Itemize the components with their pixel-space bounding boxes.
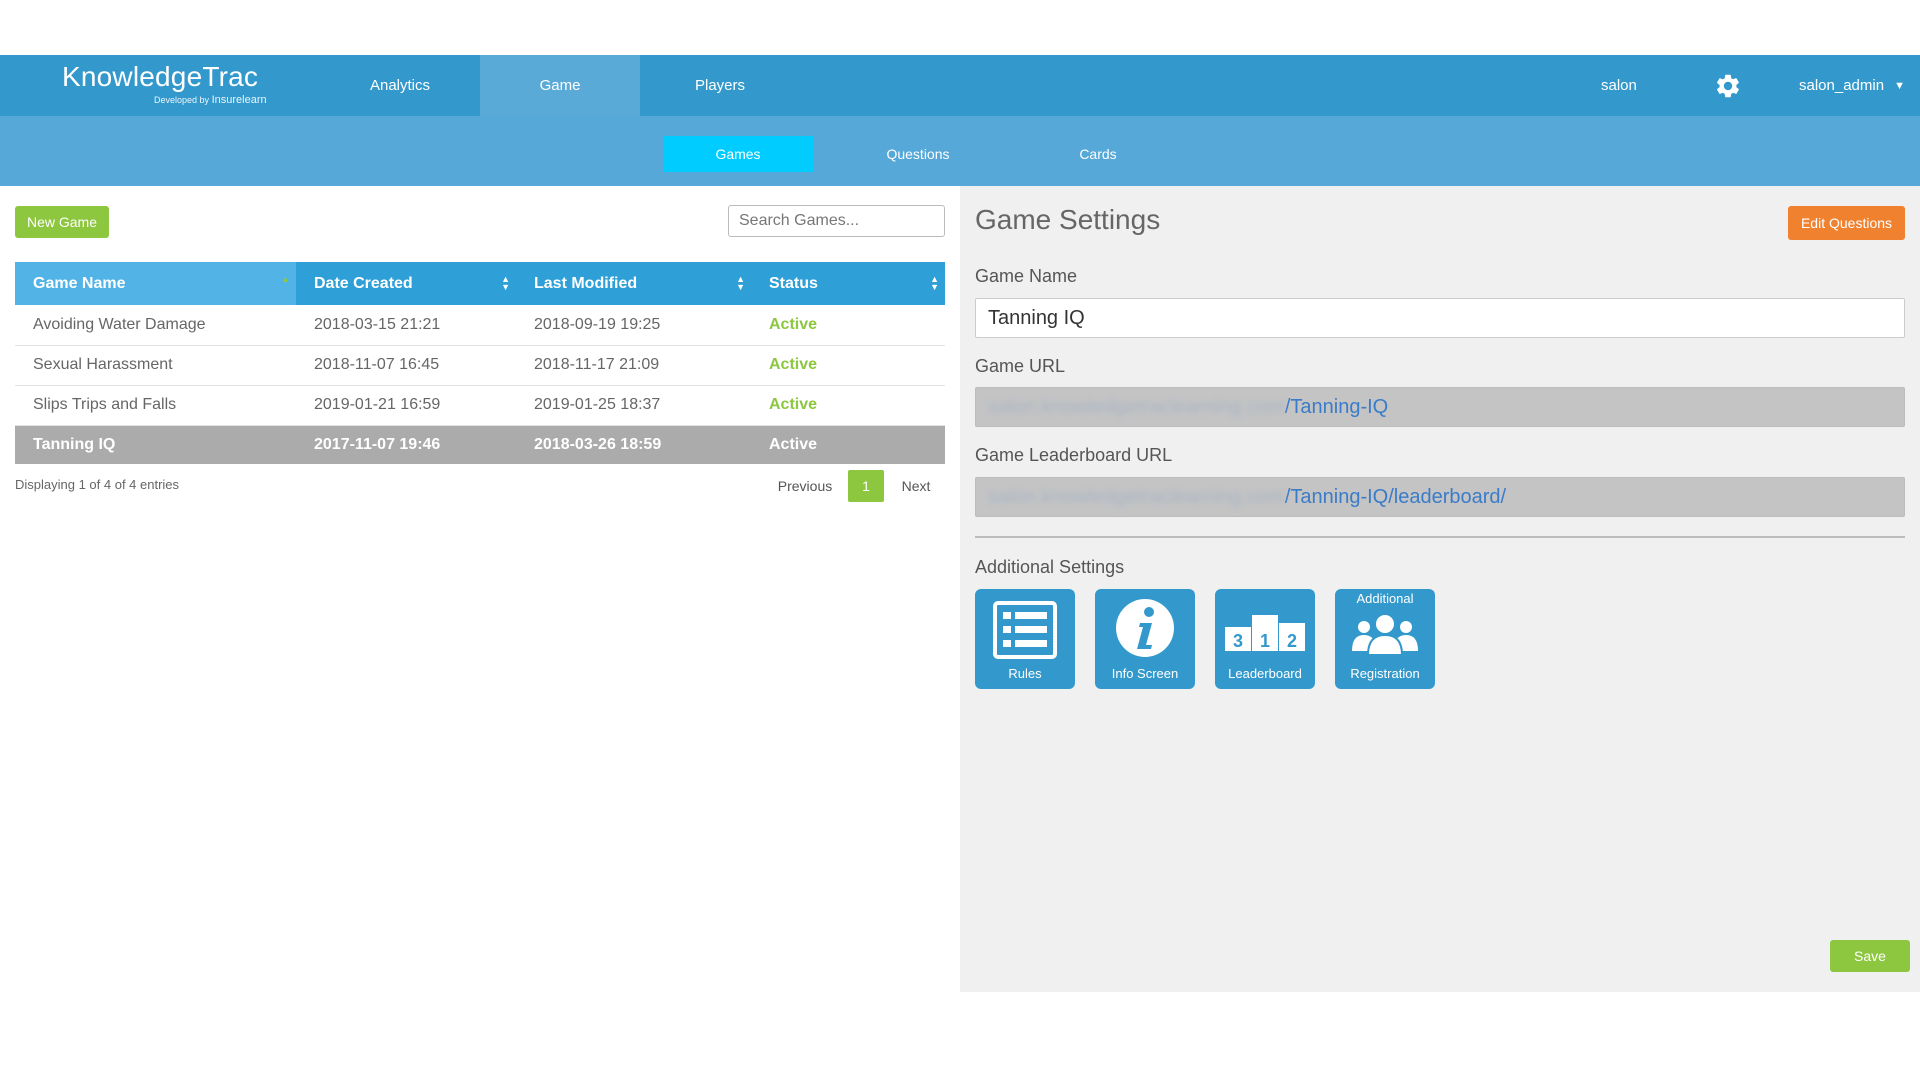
brand-sub-prefix: Developed by bbox=[154, 95, 210, 105]
cell-game-name: Slips Trips and Falls bbox=[15, 385, 296, 426]
podium-icon: 3 1 2 bbox=[1215, 613, 1315, 651]
cell-date-created: 2018-11-07 16:45 bbox=[296, 345, 516, 386]
cell-date-created: 2017-11-07 19:46 bbox=[296, 425, 516, 464]
top-navbar: KnowledgeTrac Developed by Insurelearn A… bbox=[0, 55, 1920, 116]
game-url-label: Game URL bbox=[975, 356, 1066, 376]
group-icon bbox=[1335, 615, 1435, 655]
cell-status: Active bbox=[751, 385, 945, 426]
nav-players[interactable]: Players bbox=[640, 55, 800, 116]
additional-settings-label: Additional Settings bbox=[975, 557, 1125, 577]
brand-subtitle: Developed by Insurelearn bbox=[154, 94, 267, 106]
column-date-created[interactable]: Date Created ▲ ▼ bbox=[296, 262, 516, 305]
cell-date-created: 2018-03-15 21:21 bbox=[296, 305, 516, 346]
save-button[interactable]: Save bbox=[1830, 940, 1910, 972]
table-row[interactable]: Sexual Harassment 2018-11-07 16:45 2018-… bbox=[15, 345, 945, 386]
tile-label: Leaderboard bbox=[1228, 666, 1302, 681]
game-url-field[interactable]: salon.knowledgetraclearning.com /Tanning… bbox=[975, 387, 1905, 427]
column-status[interactable]: Status ▲ ▼ bbox=[751, 262, 945, 305]
username: salon_admin bbox=[1799, 77, 1885, 94]
nav-game[interactable]: Game bbox=[480, 55, 640, 116]
tile-label: Registration bbox=[1350, 666, 1420, 681]
info-icon bbox=[1095, 597, 1195, 659]
sort-asc-icon: ▲ bbox=[281, 274, 290, 284]
podium-first: 1 bbox=[1260, 631, 1270, 651]
cell-last-modified: 2018-03-26 18:59 bbox=[516, 425, 751, 464]
table-row[interactable]: Slips Trips and Falls 2019-01-21 16:59 2… bbox=[15, 385, 945, 426]
column-last-modified[interactable]: Last Modified ▲ ▼ bbox=[516, 262, 751, 305]
divider bbox=[975, 536, 1905, 538]
edit-questions-button[interactable]: Edit Questions bbox=[1788, 206, 1905, 240]
subtab-cards[interactable]: Cards bbox=[1023, 136, 1173, 172]
game-name-field[interactable]: Tanning IQ bbox=[975, 298, 1905, 338]
sort-icon: ▲ ▼ bbox=[930, 274, 939, 292]
page-1-button[interactable]: 1 bbox=[848, 470, 884, 502]
brand-sub-company: Insurelearn bbox=[211, 94, 267, 106]
column-label: Status bbox=[769, 274, 818, 292]
registration-tile[interactable]: Additional Registration bbox=[1335, 589, 1435, 689]
user-menu[interactable]: salon_admin ▼ bbox=[1799, 55, 1905, 116]
leaderboard-tile[interactable]: 3 1 2 Leaderboard bbox=[1215, 589, 1315, 689]
game-name-label: Game Name bbox=[975, 266, 1078, 286]
tile-label: Info Screen bbox=[1111, 666, 1179, 681]
game-url-host: salon.knowledgetraclearning.com bbox=[988, 395, 1285, 418]
cell-last-modified: 2018-09-19 19:25 bbox=[516, 305, 751, 346]
cell-status: Active bbox=[751, 305, 945, 346]
table-row-selected[interactable]: Tanning IQ 2017-11-07 19:46 2018-03-26 1… bbox=[15, 425, 945, 464]
next-page-button[interactable]: Next bbox=[890, 470, 942, 502]
list-icon bbox=[975, 601, 1075, 659]
org-name[interactable]: salon bbox=[1601, 55, 1637, 116]
tile-label: Rules bbox=[1008, 666, 1042, 681]
podium-second: 2 bbox=[1287, 631, 1297, 651]
games-table: Game Name ▲ Date Created ▲ ▼ Last Modifie… bbox=[15, 262, 945, 464]
chevron-down-icon: ▼ bbox=[1894, 79, 1905, 92]
cell-game-name: Tanning IQ bbox=[15, 425, 296, 464]
cell-date-created: 2019-01-21 16:59 bbox=[296, 385, 516, 426]
previous-page-button[interactable]: Previous bbox=[768, 470, 842, 502]
game-url-path: /Tanning-IQ bbox=[1284, 395, 1389, 418]
subtab-games[interactable]: Games bbox=[663, 136, 813, 172]
table-header-row: Game Name ▲ Date Created ▲ ▼ Last Modifie… bbox=[15, 262, 945, 305]
cell-last-modified: 2018-11-17 21:09 bbox=[516, 345, 751, 386]
cell-game-name: Avoiding Water Damage bbox=[15, 305, 296, 346]
column-label: Date Created bbox=[314, 274, 413, 292]
game-settings-panel: Game Settings Edit Questions Game Name T… bbox=[960, 186, 1920, 992]
sort-icon: ▲ ▼ bbox=[501, 274, 510, 292]
leaderboard-url-path: /Tanning-IQ/leaderboard/ bbox=[1284, 485, 1507, 508]
sort-icon: ▲ ▼ bbox=[736, 274, 745, 292]
column-game-name[interactable]: Game Name ▲ bbox=[15, 262, 296, 305]
cell-status: Active bbox=[751, 425, 945, 464]
cell-status: Active bbox=[751, 345, 945, 386]
table-row[interactable]: Avoiding Water Damage 2018-03-15 21:21 2… bbox=[15, 305, 945, 346]
new-game-button[interactable]: New Game bbox=[15, 206, 109, 238]
leaderboard-url-field[interactable]: salon.knowledgetraclearning.com /Tanning… bbox=[975, 477, 1905, 517]
cell-game-name: Sexual Harassment bbox=[15, 345, 296, 386]
subtab-questions[interactable]: Questions bbox=[843, 136, 993, 172]
search-games-input[interactable] bbox=[728, 205, 945, 237]
knowledgetrac-logo[interactable]: KnowledgeTrac Developed by Insurelearn bbox=[60, 55, 267, 116]
table-info: Displaying 1 of 4 of 4 entries bbox=[15, 477, 180, 492]
column-label: Game Name bbox=[33, 274, 126, 292]
brand-name: KnowledgeTrac bbox=[62, 61, 259, 92]
leaderboard-url-host: salon.knowledgetraclearning.com bbox=[988, 485, 1285, 508]
gear-icon[interactable] bbox=[1714, 72, 1742, 100]
podium-third: 3 bbox=[1233, 631, 1243, 651]
cell-last-modified: 2019-01-25 18:37 bbox=[516, 385, 751, 426]
info-screen-tile[interactable]: Info Screen bbox=[1095, 589, 1195, 689]
page-title: Game Settings bbox=[975, 204, 1161, 235]
leaderboard-url-label: Game Leaderboard URL bbox=[975, 445, 1173, 465]
tile-top-label: Additional bbox=[1356, 591, 1414, 606]
sub-navbar: Games Questions Cards bbox=[0, 116, 1920, 186]
nav-analytics[interactable]: Analytics bbox=[320, 55, 480, 116]
column-label: Last Modified bbox=[534, 274, 638, 292]
rules-tile[interactable]: Rules bbox=[975, 589, 1075, 689]
